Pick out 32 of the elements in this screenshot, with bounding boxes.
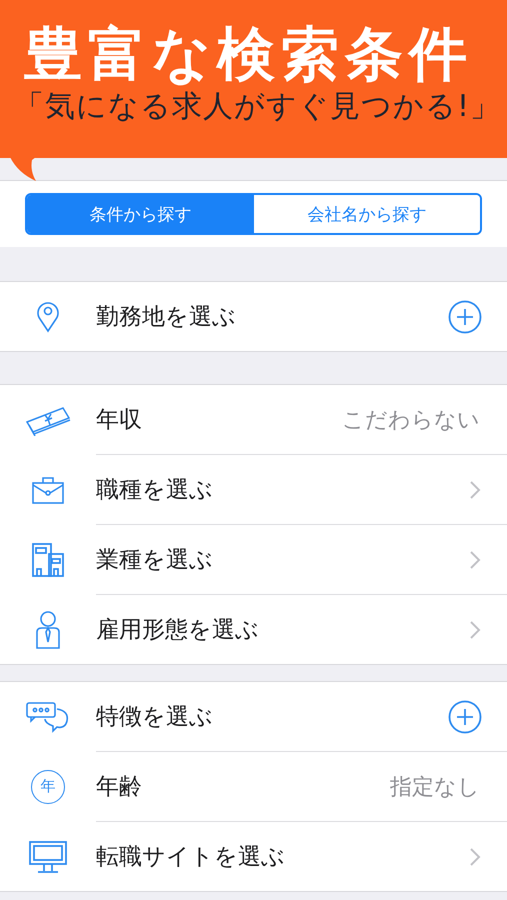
row-label: 雇用形態を選ぶ bbox=[96, 616, 260, 645]
chevron-icon bbox=[469, 550, 481, 570]
map-pin-icon bbox=[36, 300, 60, 332]
add-icon[interactable] bbox=[448, 700, 482, 734]
row-label: 年収 bbox=[96, 406, 143, 435]
row-label: 特徴を選ぶ bbox=[96, 703, 214, 732]
list-row[interactable]: 雇用形態を選ぶ bbox=[96, 595, 507, 664]
briefcase-icon bbox=[31, 474, 65, 504]
chevron-icon bbox=[469, 846, 481, 866]
monitor-icon bbox=[28, 840, 68, 874]
chevron-icon bbox=[469, 480, 481, 500]
row-label: 業種を選ぶ bbox=[96, 546, 214, 575]
list-row[interactable]: 職種を選ぶ bbox=[96, 455, 507, 525]
row-value: こだわらない bbox=[342, 406, 480, 434]
row-value: 指定なし bbox=[390, 774, 480, 802]
row-label: 職種を選ぶ bbox=[96, 476, 214, 505]
banner-subtitle: 「気になる求人がすぐ見つかる!」 bbox=[14, 88, 502, 126]
banner-title: 豊富な検索条件 bbox=[24, 22, 474, 86]
chevron-icon bbox=[469, 620, 481, 640]
list-row[interactable]: 年収 こだわらない bbox=[96, 385, 507, 455]
row-label: 勤務地を選ぶ bbox=[96, 303, 237, 332]
list-row[interactable]: 特徴を選ぶ bbox=[96, 682, 507, 752]
add-icon[interactable] bbox=[448, 300, 482, 334]
year-badge-icon: 年 bbox=[31, 770, 65, 804]
list-row[interactable]: 業種を選ぶ bbox=[96, 525, 507, 595]
row-label: 年齢 bbox=[96, 773, 143, 802]
person-icon bbox=[34, 610, 62, 650]
list-row[interactable]: 転職サイトを選ぶ bbox=[96, 822, 507, 891]
search-tab[interactable]: 条件から探す bbox=[27, 195, 254, 233]
chat-bubbles-icon bbox=[25, 700, 71, 732]
building-icon bbox=[31, 542, 65, 578]
row-label: 転職サイトを選ぶ bbox=[96, 843, 286, 872]
